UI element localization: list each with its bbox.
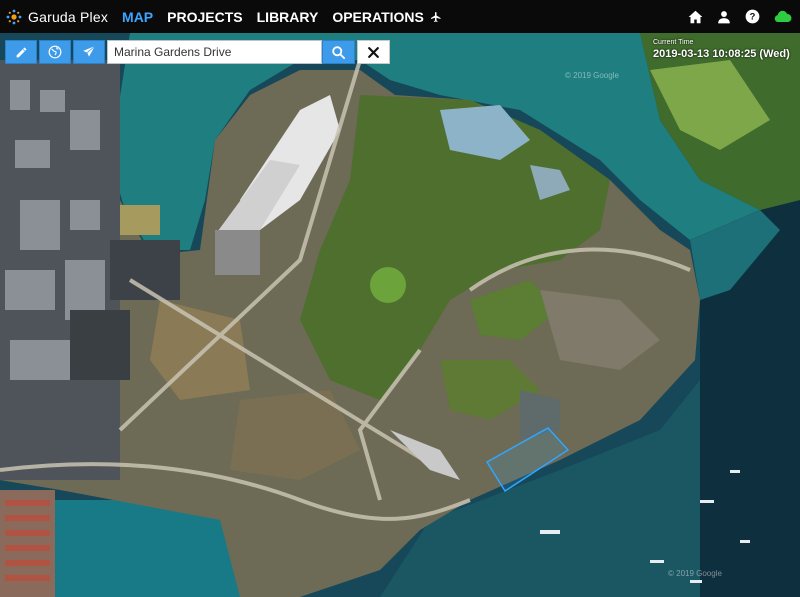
send-tool-button[interactable]: [73, 40, 105, 64]
draw-tool-button[interactable]: [5, 40, 37, 64]
nav-projects[interactable]: PROJECTS: [167, 9, 242, 25]
nav-operations[interactable]: OPERATIONS: [332, 9, 442, 25]
nav-map[interactable]: MAP: [122, 9, 153, 25]
clear-search-button[interactable]: [357, 40, 390, 64]
close-icon: [368, 46, 379, 58]
current-time-label: Current Time: [653, 39, 694, 46]
app-title: Garuda Plex: [28, 8, 109, 25]
top-icons: ?: [674, 0, 792, 33]
nav-operations-label: OPERATIONS: [332, 8, 424, 25]
paper-plane-icon: [83, 45, 96, 57]
nav-library[interactable]: LIBRARY: [257, 9, 319, 25]
map-watermark: © 2019 Google: [565, 71, 619, 80]
home-icon[interactable]: [688, 10, 703, 24]
location-search-input[interactable]: [107, 40, 322, 64]
svg-text:?: ?: [750, 12, 756, 22]
airplane-icon: [430, 11, 441, 22]
search-icon: [332, 45, 346, 59]
help-icon[interactable]: ?: [745, 9, 760, 24]
current-time-value: 2019-03-13 10:08:25 (Wed): [653, 48, 790, 60]
top-navbar: Garuda Plex MAP PROJECTS LIBRARY OPERATI…: [0, 0, 800, 33]
brand[interactable]: Garuda Plex: [6, 9, 108, 25]
user-icon[interactable]: [717, 10, 731, 24]
cloud-icon[interactable]: [774, 10, 792, 23]
current-time-panel: Current Time 2019-03-13 10:08:25 (Wed): [653, 39, 790, 60]
pencil-icon: [16, 47, 26, 57]
globe-icon: [48, 45, 62, 59]
satellite-map[interactable]: © 2019 Google © 2019 Google: [0, 33, 800, 597]
map-watermark: © 2019 Google: [668, 569, 722, 578]
garuda-logo-icon: [6, 9, 22, 24]
map-imagery[interactable]: [0, 33, 800, 597]
search-button[interactable]: [322, 40, 355, 64]
globe-tool-button[interactable]: [39, 40, 71, 64]
